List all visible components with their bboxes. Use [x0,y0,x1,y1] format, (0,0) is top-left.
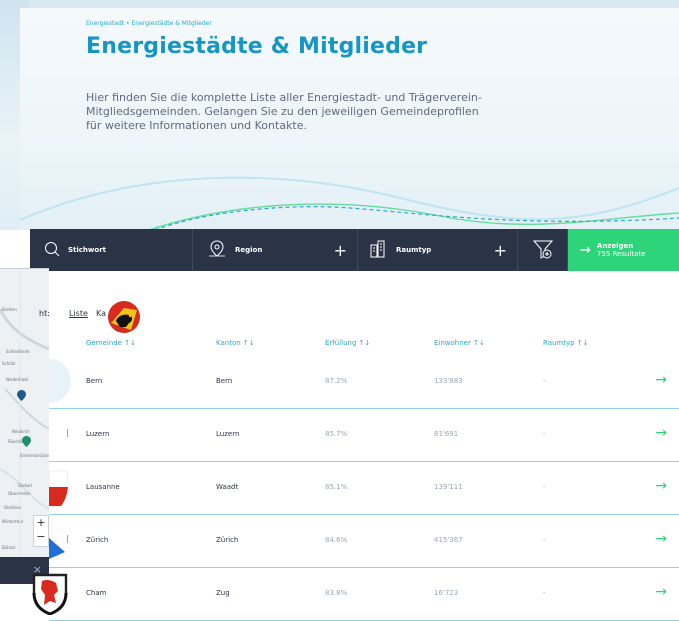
row-divider [67,429,68,437]
breadcrumb[interactable]: Energiestadt • Energiestädte & Mitgliede… [86,20,212,27]
raumtyp-filter[interactable]: Raumtyp + [358,229,518,271]
map-place-label: Bülach [2,545,16,550]
bern-coat-of-arms-icon [108,301,140,333]
table-header: Gemeinde ↑↓ Kanton ↑↓ Erfüllung ↑↓ Einwo… [0,339,679,353]
arrow-right-icon[interactable]: → [655,478,667,494]
cell-erfuellung: 84.6% [325,536,348,544]
show-results-button[interactable]: → Anzeigen 755 Resultate [568,229,679,271]
map-place-label: Neukirch [12,429,30,434]
submit-label: Anzeigen [596,242,634,250]
row-divider [67,535,68,543]
table-row[interactable]: Lausanne Waadt 85.1% 139'111 - → [49,461,679,515]
zurich-coat-of-arms-icon [49,514,73,567]
cell-kanton: Zug [216,589,230,597]
map-place-label: Stallikon [4,505,22,510]
map-marker-icon[interactable] [17,390,26,401]
cell-kanton: Zürich [216,536,239,544]
cell-raumtyp: - [543,377,546,385]
map-place-label: Schötz [2,361,16,366]
map-place-label: Bretten [2,307,17,312]
cell-raumtyp: - [543,536,546,544]
cell-raumtyp: - [543,483,546,491]
cell-erfuellung: 87.2% [325,377,348,385]
zoom-in-button[interactable]: + [34,516,48,530]
map-place-label: Winterthur [2,519,24,524]
lausanne-coat-of-arms-icon [49,461,73,514]
page-title: Energiestädte & Mitglieder [86,34,428,59]
sort-einwohner[interactable]: Einwohner ↑↓ [434,339,485,347]
cell-gemeinde: Cham [86,589,107,597]
cell-einwohner: 133'883 [434,377,463,385]
search-icon [44,241,60,259]
decorative-waves [20,176,679,230]
cell-erfuellung: 85.7% [325,430,348,438]
cell-gemeinde: Zürich [86,536,109,544]
cell-kanton: Luzern [216,430,240,438]
map-view-link[interactable]: Ka [96,309,106,318]
table-row[interactable]: Cham Zug 83.8% 16'723 - → [49,567,679,621]
map-place-label: Dietwil [18,483,32,488]
sort-erfuellung[interactable]: Erfüllung ↑↓ [325,339,370,347]
sort-kanton[interactable]: Kanton ↑↓ [216,339,255,347]
cell-erfuellung: 83.8% [325,589,348,597]
raumtyp-expand-icon[interactable]: + [494,241,507,260]
cell-einwohner: 81'691 [434,430,459,438]
cell-raumtyp: - [543,589,546,597]
result-count: 755 Resultate [596,250,646,258]
map-place-label: Niederhasli [6,377,29,382]
buildings-icon [368,239,388,261]
cell-einwohner: 139'111 [434,483,463,491]
arrow-right-icon: → [580,242,591,258]
cell-raumtyp: - [543,430,546,438]
map-place-label: Emmenbrücke [20,453,49,458]
cell-einwohner: 415'367 [434,536,463,544]
arrow-right-icon[interactable]: → [655,372,667,388]
cell-gemeinde: Lausanne [86,483,120,491]
view-label: ht: [39,309,50,318]
cell-einwohner: 16'723 [434,589,459,597]
table-row[interactable]: Bern Bern 87.2% 133'883 - → [49,355,679,409]
raumtyp-label: Raumtyp [396,246,432,254]
funnel-plus-icon [532,238,554,262]
map-zoom-control: + − [33,515,49,547]
table-row[interactable]: Luzern Luzern 85.7% 81'691 - → [49,408,679,462]
cham-coat-of-arms-icon [32,573,68,615]
region-filter[interactable]: Region + [193,229,358,271]
table-row[interactable]: Zürich Zürich 84.6% 415'367 - → [49,514,679,568]
region-label: Region [235,246,263,254]
arrow-right-icon[interactable]: → [655,425,667,441]
filter-bar: Stichwort Region + Raumtyp + → Anzeigen … [30,229,679,271]
top-backdrop [0,0,679,8]
sort-raumtyp[interactable]: Raumtyp ↑↓ [543,339,589,347]
advanced-filter-button[interactable] [518,229,568,271]
sort-gemeinde[interactable]: Gemeinde ↑↓ [86,339,136,347]
search-placeholder: Stichwort [68,246,106,254]
map-pin-icon [207,239,227,261]
cell-kanton: Bern [216,377,233,385]
map-place-label: Oberrieden [8,491,31,496]
arrow-right-icon[interactable]: → [655,584,667,600]
cell-erfuellung: 85.1% [325,483,348,491]
arrow-right-icon[interactable]: → [655,531,667,547]
hero-section: Energiestadt • Energiestädte & Mitgliede… [20,8,679,230]
region-expand-icon[interactable]: + [334,241,347,260]
list-view-link[interactable]: Liste [69,309,88,318]
row-logo [49,355,73,408]
cell-gemeinde: Bern [86,377,103,385]
cell-gemeinde: Luzern [86,430,110,438]
zoom-out-button[interactable]: − [34,530,48,544]
keyword-search-field[interactable]: Stichwort [30,229,193,271]
map-marker-icon[interactable] [22,436,31,447]
cell-kanton: Waadt [216,483,239,491]
intro-text: Hier finden Sie die komplette Liste alle… [86,91,482,132]
